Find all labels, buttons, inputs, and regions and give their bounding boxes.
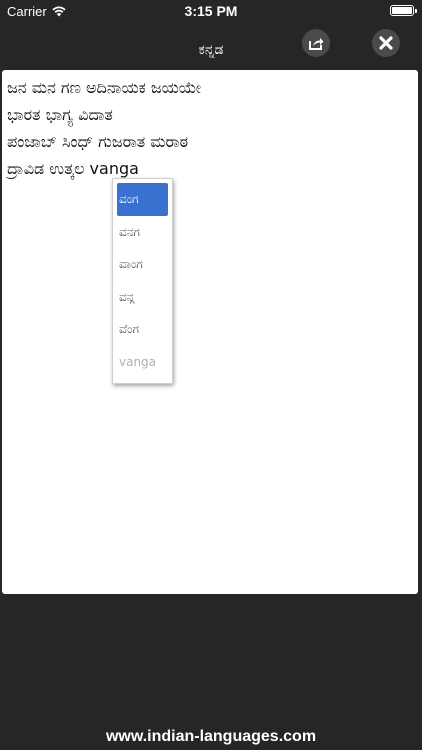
status-bar: Carrier 3:15 PM [0, 0, 422, 22]
close-button[interactable] [372, 29, 400, 57]
page-title: ಕನ್ನಡ [198, 42, 224, 58]
suggestion-item[interactable]: ವೆಂಗ [113, 313, 172, 346]
suggestion-item[interactable]: ವನ್ಗ [113, 281, 172, 314]
share-button[interactable] [302, 29, 330, 57]
footer-link[interactable]: www.indian-languages.com [0, 728, 422, 746]
header: ಕನ್ನಡ [0, 22, 422, 68]
suggestion-item[interactable]: vanga [113, 346, 172, 379]
suggestion-item[interactable]: ವನಗ [113, 216, 172, 249]
text-line: ದ್ರಾವಿಡ ಉತ್ಕಲ vanga [7, 159, 139, 178]
text-editor[interactable]: ಜನ ಮನ ಗಣ ಅದಿನಾಯಕ ಜಯಯೇ ಭಾರತ ಭಾಗ್ಯ ವಿದಾತ ಪ… [2, 70, 418, 594]
status-time: 3:15 PM [184, 3, 238, 19]
suggestion-item[interactable]: ವಾಂಗ [113, 248, 172, 281]
battery-icon [390, 5, 417, 16]
text-line: ಭಾರತ ಭಾಗ್ಯ ವಿದಾತ [7, 105, 113, 124]
text-line: ಪಂಜಾಬ್ ಸಿಂಧ್ ಗುಜರಾತ ಮರಾಠ [7, 132, 189, 151]
text-line: ಜನ ಮನ ಗಣ ಅದಿನಾಯಕ ಜಯಯೇ [7, 78, 202, 97]
suggestion-dropdown: ವಂಗ ವನಗ ವಾಂಗ ವನ್ಗ ವೆಂಗ vanga [112, 178, 173, 384]
close-icon [379, 36, 393, 50]
suggestion-item[interactable]: ವಂಗ [117, 183, 168, 216]
battery-fill [392, 7, 412, 14]
share-icon [309, 38, 324, 50]
